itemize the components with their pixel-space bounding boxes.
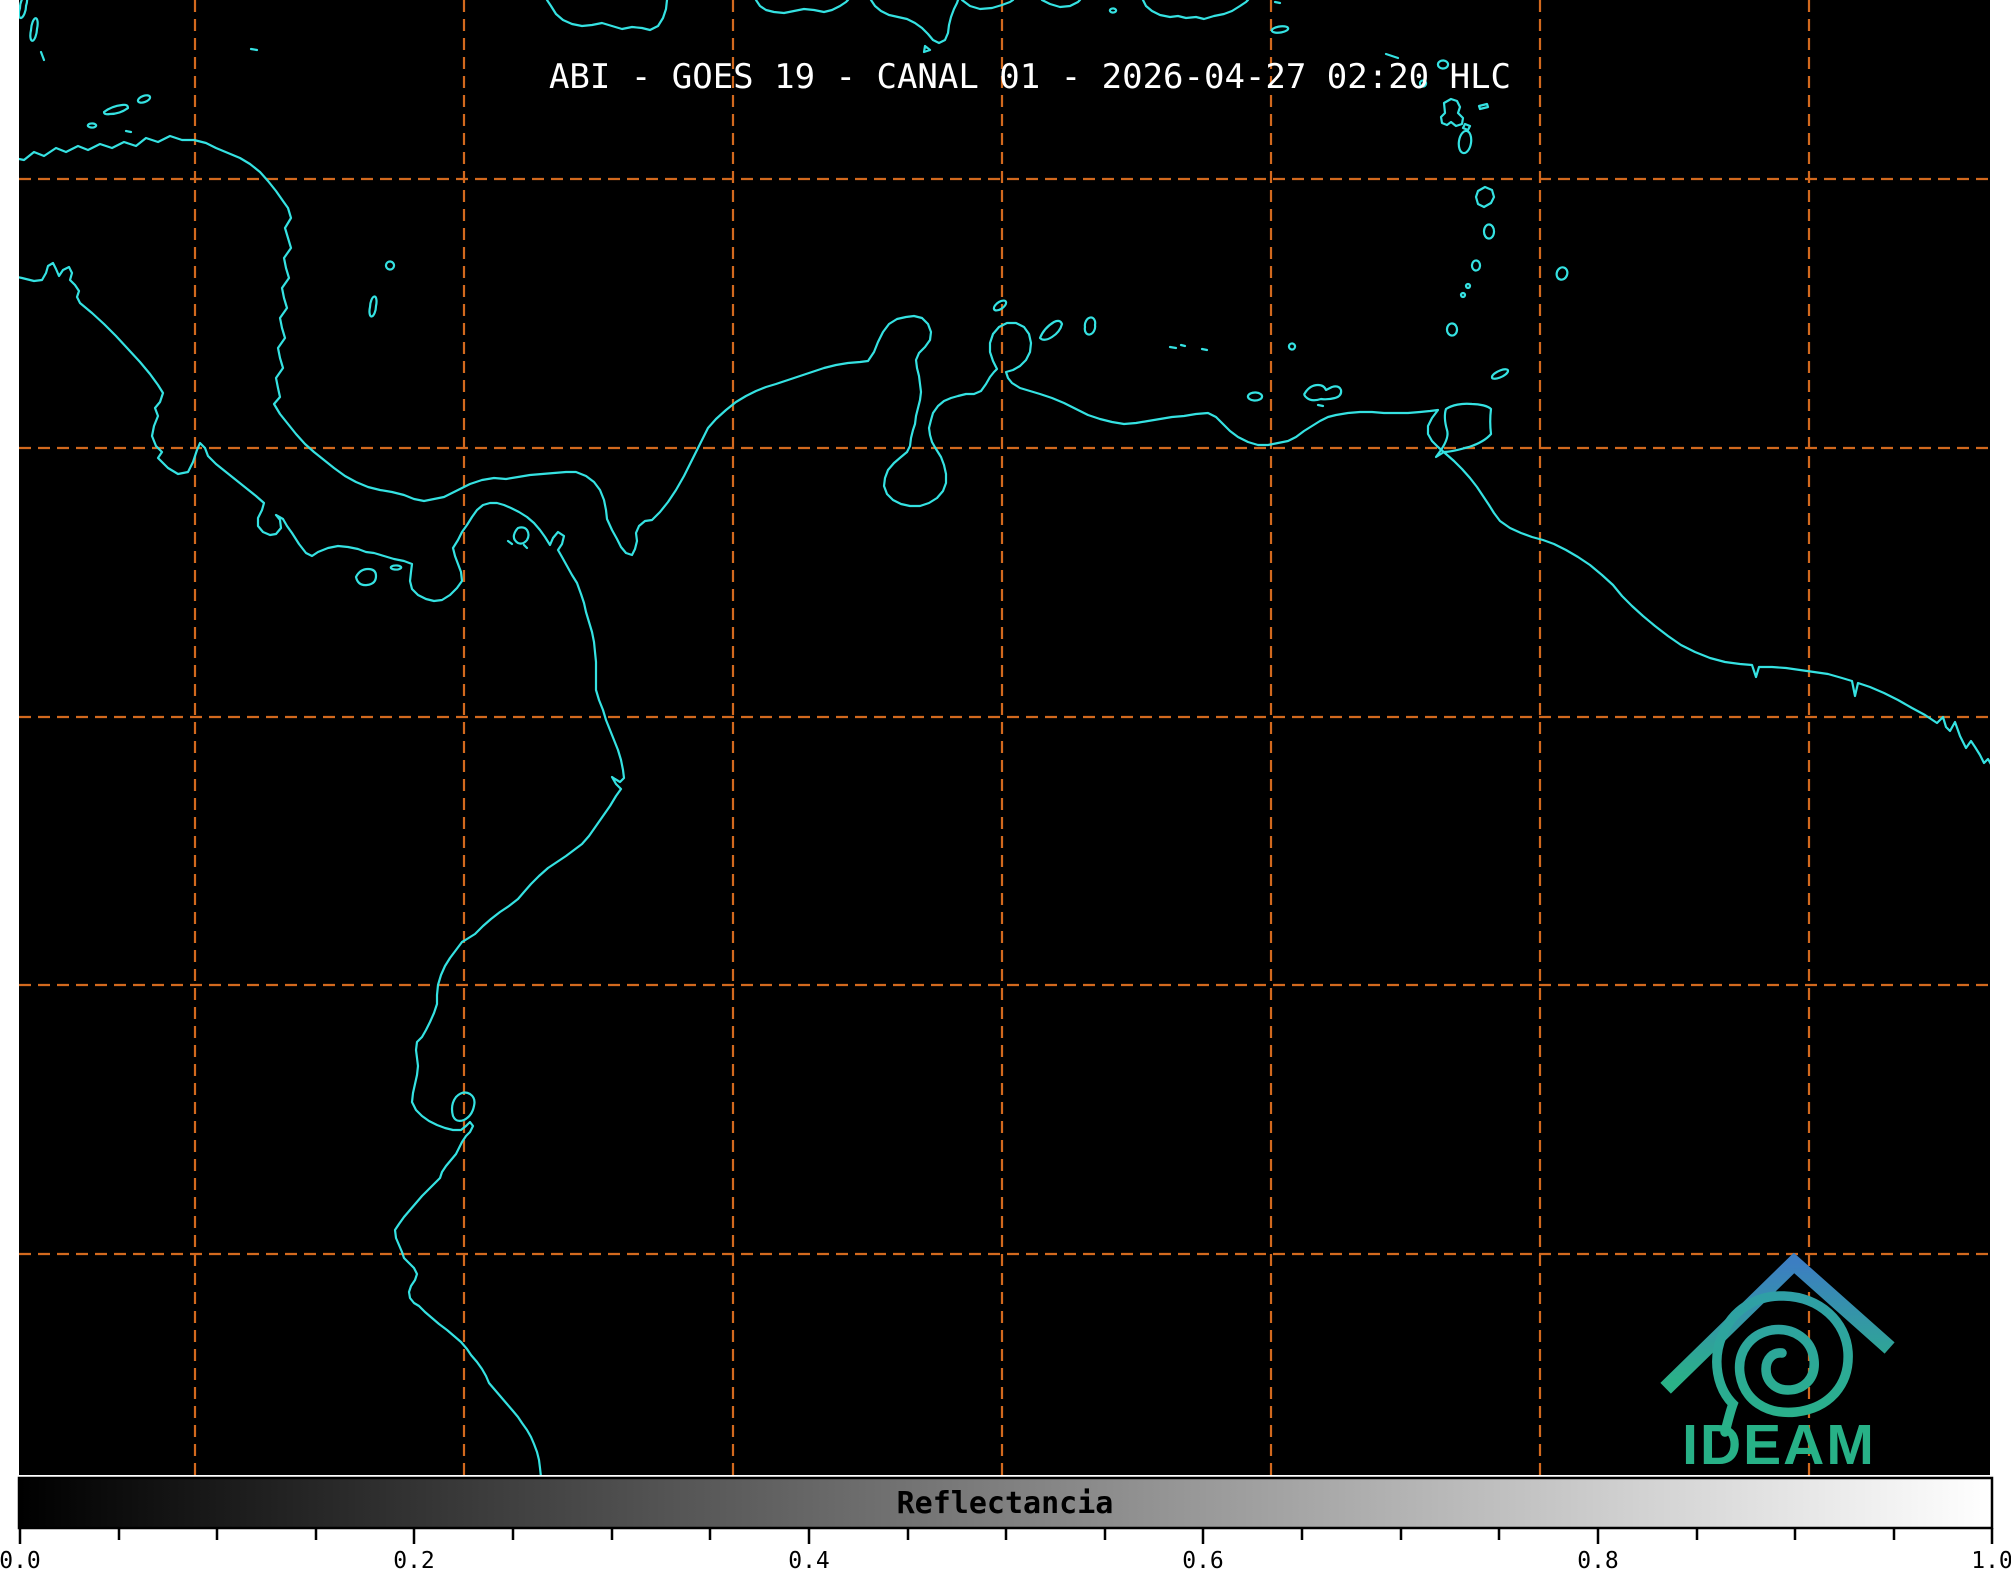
- colorbar-tick-label: 0.8: [1577, 1548, 1619, 1574]
- satellite-image-viewer: ABI - GOES 19 - CANAL 01 - 2026-04-27 02…: [0, 0, 2011, 1577]
- colorbar-tick-label: 0.2: [393, 1548, 435, 1574]
- colorbar-tick-label: 0.4: [788, 1548, 830, 1574]
- page-title: ABI - GOES 19 - CANAL 01 - 2026-04-27 02…: [549, 57, 1511, 97]
- colorbar-tick-label: 0.6: [1182, 1548, 1224, 1574]
- logo-wordmark: IDEAM: [1682, 1413, 1876, 1477]
- colorbar-tick-label: 1.0: [1971, 1548, 2011, 1574]
- goes-satellite-map: ABI - GOES 19 - CANAL 01 - 2026-04-27 02…: [0, 0, 2011, 1577]
- colorbar-tick-label: 0.0: [0, 1548, 41, 1574]
- colorbar-label: Reflectancia: [897, 1486, 1114, 1521]
